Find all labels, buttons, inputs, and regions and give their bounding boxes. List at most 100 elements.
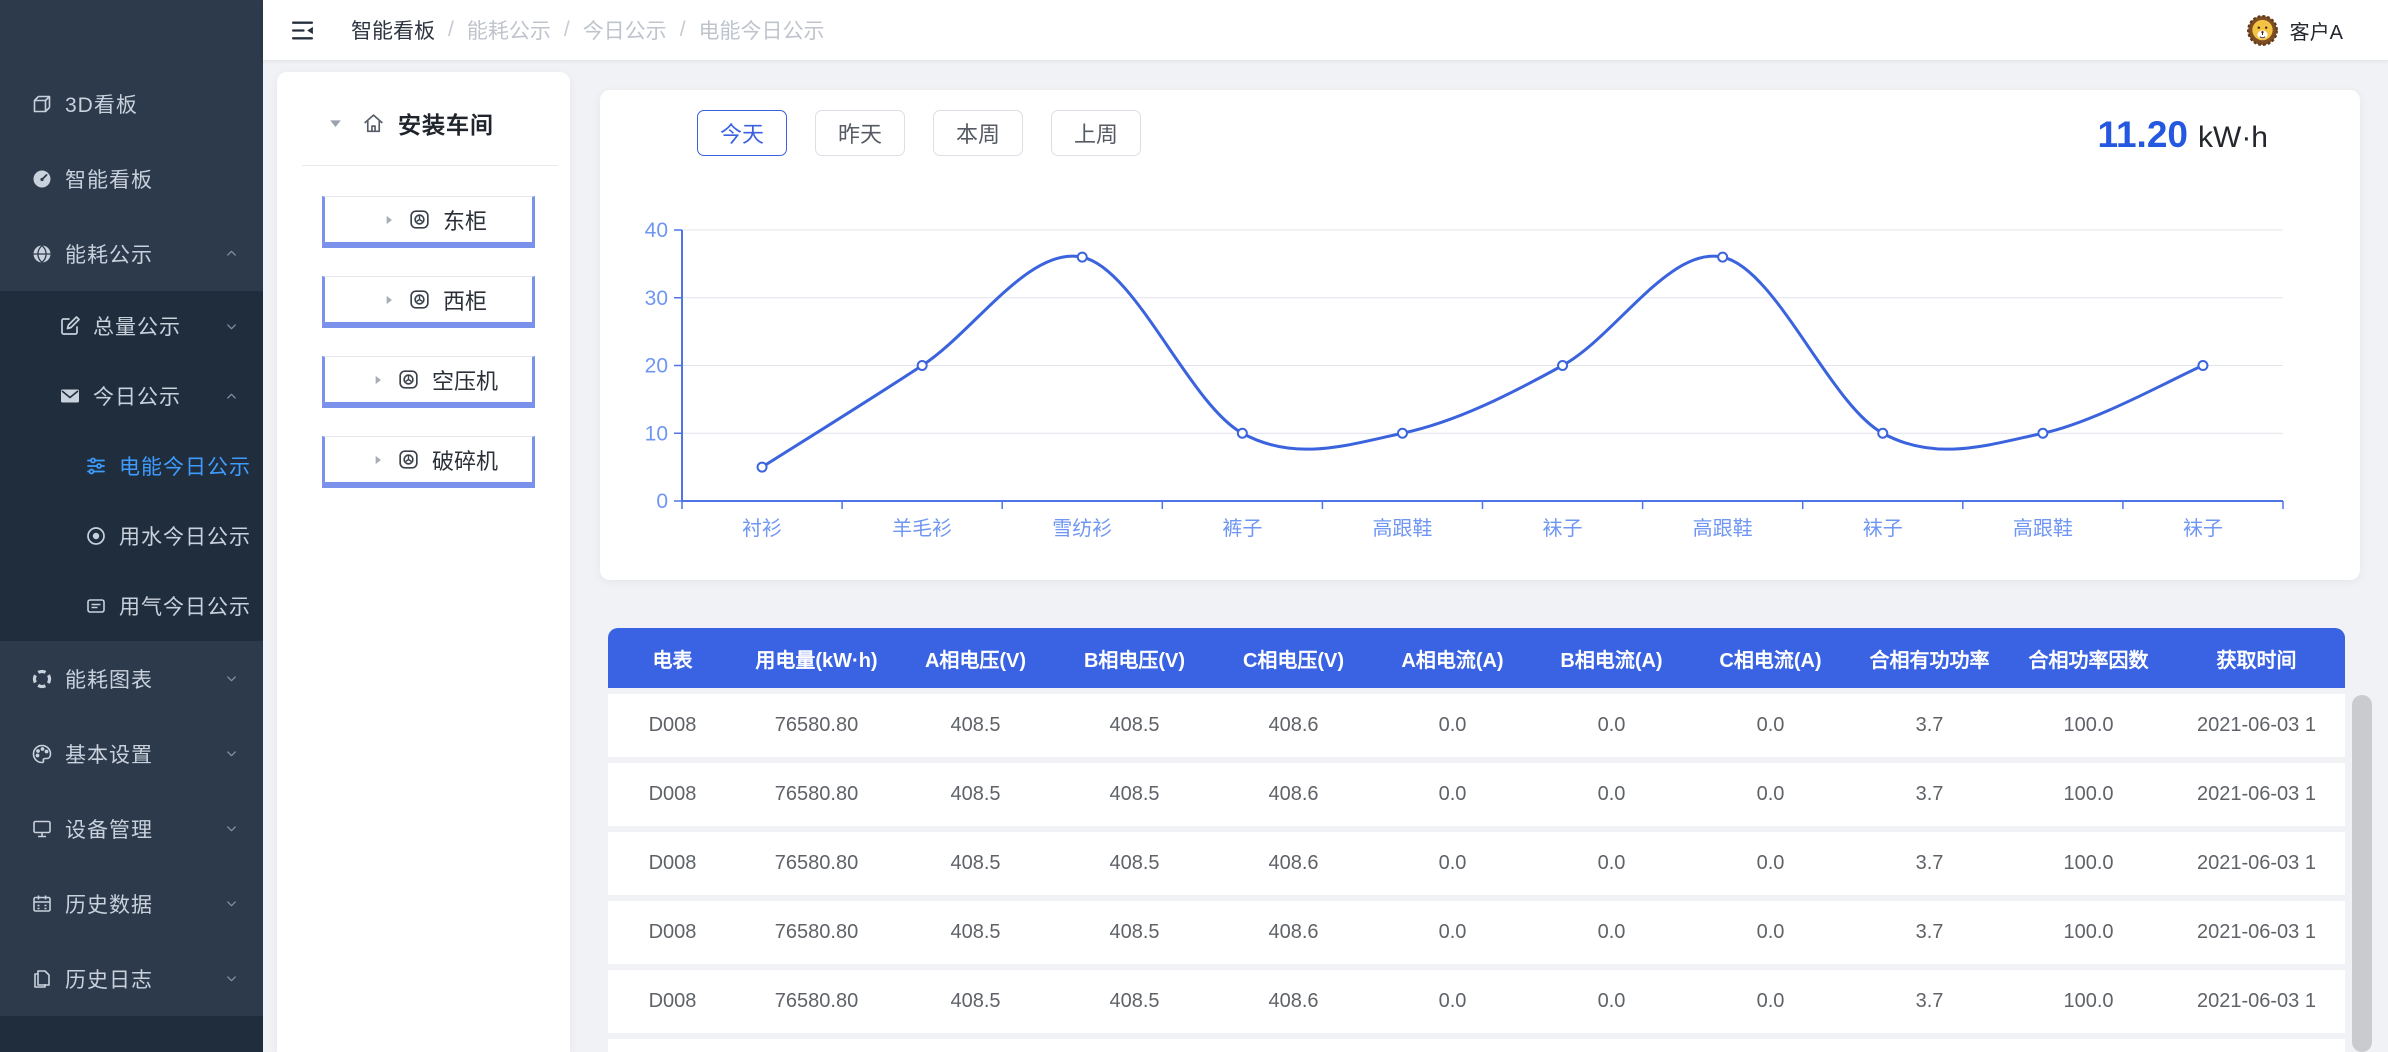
table-cell: 76580.80 [737, 714, 896, 737]
gas-icon [84, 594, 108, 618]
sidebar-item-历史数据[interactable]: 历史数据 [0, 866, 263, 941]
table-cell: 408.5 [1055, 921, 1214, 944]
tree-root[interactable]: 安装车间 [277, 72, 570, 140]
log-icon [30, 967, 54, 991]
tree-item-空压机[interactable]: 空压机 [322, 356, 535, 408]
caret-down-icon[interactable] [327, 115, 344, 132]
table-cell: 2021-06-03 1 [2168, 783, 2345, 806]
sidebar-item-label: 用水今日公示 [119, 521, 251, 551]
sidebar-item-能耗公示[interactable]: 能耗公示 [0, 216, 263, 291]
table-header-cell: C相电压(V) [1214, 644, 1373, 673]
breadcrumb-item[interactable]: 电能今日公示 [699, 15, 825, 45]
app-root: 3D看板智能看板能耗公示总量公示今日公示电能今日公示用水今日公示用气今日公示能耗… [0, 0, 2388, 1052]
sidebar-item-label: 基本设置 [65, 739, 153, 769]
table-header-cell: 获取时间 [2168, 644, 2345, 673]
table-cell: D008 [608, 921, 737, 944]
vertical-scrollbar[interactable] [2352, 695, 2372, 1052]
table-cell: 2021-06-03 1 [2168, 921, 2345, 944]
sidebar-item-智能看板[interactable]: 智能看板 [0, 141, 263, 216]
table-cell: 0.0 [1373, 783, 1532, 806]
table-cell: 76580.80 [737, 921, 896, 944]
caret-right-icon[interactable] [382, 293, 396, 307]
tree-item-西柜[interactable]: 西柜 [322, 276, 535, 328]
table-cell: 408.5 [896, 852, 1055, 875]
sidebar-item-3D看板[interactable]: 3D看板 [0, 66, 263, 141]
collapse-sidebar-icon[interactable] [288, 18, 317, 43]
breadcrumb-separator: / [680, 18, 686, 42]
table-cell: 0.0 [1532, 852, 1691, 875]
table-cell: 0.0 [1532, 990, 1691, 1013]
table-row: D00876580.80408.5408.5408.60.00.00.03.71… [608, 832, 2345, 895]
table-cell: 0.0 [1532, 783, 1691, 806]
table-header-cell: B相电压(V) [1055, 644, 1214, 673]
table-cell: 3.7 [1850, 852, 2009, 875]
topbar: 智能看板/能耗公示/今日公示/电能今日公示 客户A [263, 0, 2388, 60]
energy-line-chart: 010203040衬衫羊毛衫雪纺衫裤子高跟鞋袜子高跟鞋袜子高跟鞋袜子 [600, 90, 2360, 580]
chevron-up-icon [224, 389, 239, 404]
caret-right-icon[interactable] [382, 213, 396, 227]
edit-icon [58, 314, 82, 338]
table-header-cell: A相电压(V) [896, 644, 1055, 673]
sidebar-item-label: 能耗公示 [65, 239, 153, 269]
table-row: D00876580.80408.5408.5408.60.00.00.03.71… [608, 901, 2345, 964]
sidebar-item-label: 今日公示 [93, 381, 181, 411]
sidebar-item-总量公示[interactable]: 总量公示 [0, 291, 263, 361]
sidebar-item-电能今日公示[interactable]: 电能今日公示 [0, 431, 263, 501]
sidebar-item-历史日志[interactable]: 历史日志 [0, 941, 263, 1016]
breadcrumb-item[interactable]: 今日公示 [583, 15, 667, 45]
tree-item-破碎机[interactable]: 破碎机 [322, 436, 535, 488]
chevron-down-icon [224, 319, 239, 334]
table-cell: 100.0 [2009, 714, 2168, 737]
sidebar-item-用气今日公示[interactable]: 用气今日公示 [0, 571, 263, 641]
svg-text:羊毛衫: 羊毛衫 [892, 517, 952, 540]
table-cell: 100.0 [2009, 921, 2168, 944]
chevron-down-icon [224, 821, 239, 836]
table-cell: 100.0 [2009, 783, 2168, 806]
meter-icon [407, 207, 432, 232]
table-cell: 408.5 [896, 783, 1055, 806]
breadcrumb-item[interactable]: 能耗公示 [467, 15, 551, 45]
table-cell: 0.0 [1373, 852, 1532, 875]
lion-avatar [2244, 12, 2281, 49]
tree-item-东柜[interactable]: 东柜 [322, 196, 535, 248]
calendar-icon [30, 892, 54, 916]
breadcrumb: 智能看板/能耗公示/今日公示/电能今日公示 [351, 15, 825, 45]
sidebar-item-能耗图表[interactable]: 能耗图表 [0, 641, 263, 716]
meter-icon [396, 447, 421, 472]
table-cell: 0.0 [1532, 921, 1691, 944]
svg-text:袜子: 袜子 [1863, 517, 1903, 540]
table-cell: D008 [608, 990, 737, 1013]
table-cell: 0.0 [1373, 921, 1532, 944]
breadcrumb-item[interactable]: 智能看板 [351, 15, 435, 45]
sidebar-item-设备管理[interactable]: 设备管理 [0, 791, 263, 866]
caret-right-icon[interactable] [371, 373, 385, 387]
table-cell: 3.7 [1850, 783, 2009, 806]
sidebar-item-label: 历史数据 [65, 889, 153, 919]
table-cell: 2021-06-03 1 [2168, 852, 2345, 875]
dashboard-icon [30, 167, 54, 191]
sidebar-item-今日公示[interactable]: 今日公示 [0, 361, 263, 431]
svg-text:30: 30 [645, 287, 668, 310]
table-header-cell: C相电流(A) [1691, 644, 1850, 673]
user-menu[interactable]: 客户A [2244, 0, 2343, 60]
table-cell: 3.7 [1850, 921, 2009, 944]
sidebar-item-label: 3D看板 [65, 89, 138, 119]
sidebar-item-基本设置[interactable]: 基本设置 [0, 716, 263, 791]
breadcrumb-separator: / [564, 18, 570, 42]
sliders-icon [84, 454, 108, 478]
table-cell: 0.0 [1532, 714, 1691, 737]
table-cell: 408.5 [1055, 783, 1214, 806]
table-cell: 3.7 [1850, 990, 2009, 1013]
sidebar-item-用水今日公示[interactable]: 用水今日公示 [0, 501, 263, 571]
svg-text:袜子: 袜子 [1543, 517, 1583, 540]
table-cell: 0.0 [1691, 714, 1850, 737]
palette-icon [30, 742, 54, 766]
table-cell: 408.6 [1214, 783, 1373, 806]
radio-icon [84, 524, 108, 548]
caret-right-icon[interactable] [371, 453, 385, 467]
table-cell: 408.6 [1214, 921, 1373, 944]
table-cell: 408.5 [896, 990, 1055, 1013]
tree-item-label: 东柜 [443, 204, 487, 236]
sidebar-item-label: 能耗图表 [65, 664, 153, 694]
table-header-cell: A相电流(A) [1373, 644, 1532, 673]
